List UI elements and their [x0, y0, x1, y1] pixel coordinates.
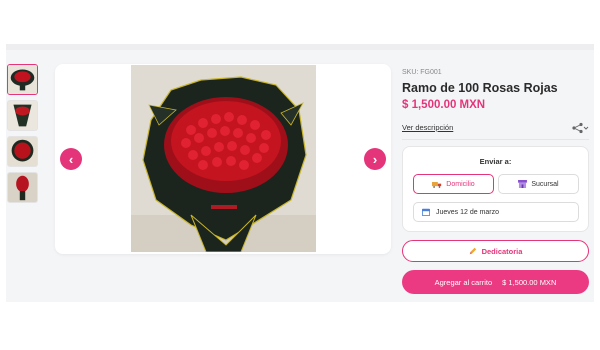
previous-image-button[interactable]: ‹	[60, 148, 82, 170]
next-image-button[interactable]: ›	[364, 148, 386, 170]
delivery-date-field[interactable]: Jueves 12 de marzo	[413, 202, 579, 222]
truck-icon	[432, 181, 442, 188]
product-photo	[131, 65, 316, 252]
thumbnail-list	[7, 64, 39, 208]
add-to-cart-button[interactable]: Agregar al carrito $ 1,500.00 MXN	[402, 270, 589, 294]
delivery-option-home-label: Domicilio	[446, 180, 475, 188]
pencil-icon	[469, 247, 477, 255]
share-button[interactable]	[571, 121, 589, 134]
share-icon	[572, 122, 589, 134]
chevron-left-icon: ‹	[68, 151, 74, 167]
product-title: Ramo de 100 Rosas Rojas	[402, 81, 558, 95]
info-divider	[402, 139, 589, 140]
store-icon	[518, 180, 528, 188]
thumbnail-3[interactable]	[7, 136, 38, 167]
add-to-cart-price: $ 1,500.00 MXN	[502, 277, 557, 287]
delivery-option-store-label: Sucursal	[531, 180, 559, 188]
dedication-label: Dedicatoria	[481, 246, 523, 256]
delivery-option-home[interactable]: Domicilio	[413, 174, 494, 194]
delivery-option-store[interactable]: Sucursal	[498, 174, 579, 194]
main-gallery: ‹ ›	[55, 64, 391, 254]
delivery-card: Enviar a: Domicilio Sucursal Jueves 12 d…	[402, 146, 589, 232]
delivery-label: Enviar a:	[479, 157, 512, 166]
thumbnail-4[interactable]	[7, 172, 38, 203]
add-to-cart-label: Agregar al carrito	[434, 277, 493, 287]
calendar-icon	[422, 208, 430, 216]
dedication-button[interactable]: Dedicatoria	[402, 240, 589, 262]
view-description-link[interactable]: Ver descripción	[402, 123, 453, 132]
delivery-date-label: Jueves 12 de marzo	[436, 208, 500, 216]
product-price: $ 1,500.00 MXN	[402, 99, 486, 111]
thumbnail-1[interactable]	[7, 64, 38, 95]
product-sku: SKU: FG001	[402, 69, 442, 76]
thumbnail-2[interactable]	[7, 100, 38, 131]
chevron-right-icon: ›	[372, 151, 378, 167]
